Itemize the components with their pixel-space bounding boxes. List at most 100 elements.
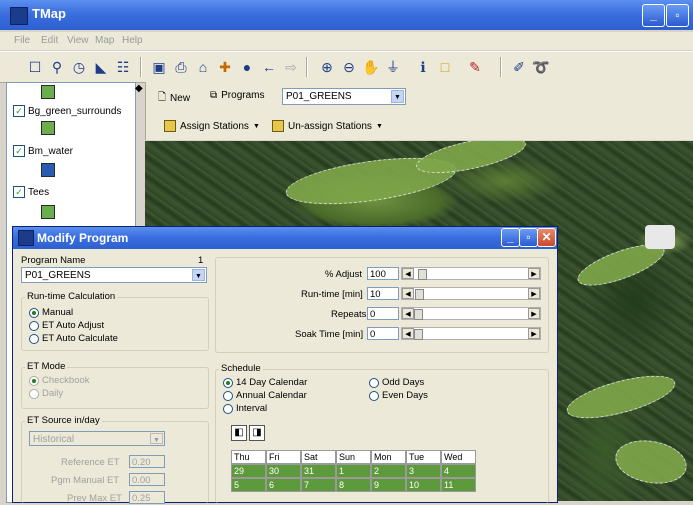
export-icon[interactable]: ⌂ — [194, 58, 212, 76]
radio-et-auto-adjust[interactable]: ET Auto Adjust — [29, 320, 104, 331]
radio-interval[interactable]: Interval — [223, 403, 267, 414]
slider-thumb[interactable] — [415, 289, 424, 300]
chevron-down-icon[interactable]: ▼ — [150, 433, 163, 444]
soak-time-field[interactable]: 0 — [367, 327, 399, 340]
clock-icon[interactable]: ◷ — [70, 58, 88, 76]
radio-icon[interactable] — [223, 403, 233, 414]
slider-thumb[interactable] — [414, 309, 423, 320]
dialog-maximize-button[interactable]: ▫ — [519, 228, 538, 247]
calendar-day[interactable]: 29 — [231, 464, 266, 478]
calendar-prev-icon[interactable]: ◧ — [231, 425, 247, 441]
adjust-slider[interactable]: ◀ ▶ — [401, 267, 541, 280]
grid-icon[interactable]: ☷ — [114, 58, 132, 76]
lasso-icon[interactable]: ➰ — [532, 58, 550, 76]
slider-right-icon[interactable]: ▶ — [528, 308, 540, 319]
program-select[interactable]: P01_GREENS ▼ — [282, 88, 406, 105]
calendar-day[interactable]: 1 — [336, 464, 371, 478]
info-icon[interactable]: ℹ — [414, 58, 432, 76]
layer-item-tees[interactable]: ✓ Tees — [13, 186, 49, 198]
calendar-day[interactable]: 7 — [301, 478, 336, 492]
repeats-slider[interactable]: ◀ ▶ — [401, 307, 541, 320]
calendar-day[interactable]: 8 — [336, 478, 371, 492]
radio-odd-days[interactable]: Odd Days — [369, 377, 424, 388]
slider-thumb[interactable] — [418, 269, 427, 280]
back-arrow-icon[interactable]: ← — [260, 58, 278, 76]
layer-item-bg-green-surrounds[interactable]: ✓ Bg_green_surrounds — [13, 105, 121, 117]
radio-icon[interactable] — [369, 377, 379, 388]
slider-right-icon[interactable]: ▶ — [528, 328, 540, 339]
radio-selected-icon[interactable] — [29, 307, 39, 318]
calendar-day[interactable]: 30 — [266, 464, 301, 478]
radio-et-auto-calculate[interactable]: ET Auto Calculate — [29, 333, 118, 344]
prev-max-et-field[interactable]: 0.25 — [129, 491, 165, 504]
programs-button[interactable]: ⧉ Programs — [210, 90, 265, 101]
slider-left-icon[interactable]: ◀ — [402, 328, 414, 339]
layer-item-bm-water[interactable]: ✓ Bm_water — [13, 145, 73, 157]
wrench-icon[interactable]: ⚲ — [48, 58, 66, 76]
adjust-field[interactable]: 100 — [367, 267, 399, 280]
pgm-manual-et-field[interactable]: 0.00 — [129, 473, 165, 486]
et-source-combo[interactable]: Historical ▼ — [29, 431, 165, 446]
radio-daily[interactable]: Daily — [29, 388, 63, 399]
minimize-button[interactable]: _ — [642, 4, 665, 27]
calendar-day[interactable]: 2 — [371, 464, 406, 478]
slider-left-icon[interactable]: ◀ — [402, 268, 414, 279]
menu-file[interactable]: File — [14, 35, 30, 46]
program-name-combo[interactable]: P01_GREENS ▼ — [21, 267, 207, 283]
zoom-in-icon[interactable]: ⊕ — [318, 58, 336, 76]
repeats-field[interactable]: 0 — [367, 307, 399, 320]
soak-time-slider[interactable]: ◀ ▶ — [401, 327, 541, 340]
new-button[interactable]: 🗋 New — [158, 90, 190, 107]
slider-right-icon[interactable]: ▶ — [528, 268, 540, 279]
maximize-button[interactable]: ▫ — [666, 4, 689, 27]
layer-checkbox[interactable]: ✓ — [13, 145, 25, 157]
globe-icon[interactable]: ● — [238, 58, 256, 76]
reference-et-field[interactable]: 0.20 — [129, 455, 165, 468]
radio-selected-icon[interactable] — [223, 377, 233, 388]
chevron-down-icon[interactable]: ▼ — [391, 90, 404, 103]
layer-checkbox[interactable]: ✓ — [13, 105, 25, 117]
slider-right-icon[interactable]: ▶ — [528, 288, 540, 299]
calendar-day[interactable]: 6 — [266, 478, 301, 492]
calendar-day[interactable]: 31 — [301, 464, 336, 478]
menu-map[interactable]: Map — [95, 35, 114, 46]
calendar-day[interactable]: 5 — [231, 478, 266, 492]
menu-edit[interactable]: Edit — [41, 35, 58, 46]
select-icon[interactable]: ☐ — [26, 58, 44, 76]
panel-splitter-icon[interactable]: ◆ — [135, 83, 143, 94]
runtime-field[interactable]: 10 — [367, 287, 399, 300]
radio-checkbook[interactable]: Checkbook — [29, 375, 90, 386]
radio-icon[interactable] — [223, 390, 233, 401]
radio-icon[interactable] — [29, 320, 39, 331]
calendar-day[interactable]: 10 — [406, 478, 441, 492]
ruler-icon[interactable]: ◣ — [92, 58, 110, 76]
radio-manual[interactable]: Manual — [29, 307, 73, 318]
calendar-day[interactable]: 3 — [406, 464, 441, 478]
save-icon[interactable]: ▣ — [150, 58, 168, 76]
forward-arrow-icon[interactable]: ⇨ — [282, 58, 300, 76]
radio-icon[interactable] — [369, 390, 379, 401]
calendar-day[interactable]: 9 — [371, 478, 406, 492]
shape-icon[interactable]: □ — [436, 58, 454, 76]
radio-14-day-calendar[interactable]: 14 Day Calendar — [223, 377, 307, 388]
menu-view[interactable]: View — [67, 35, 89, 46]
slider-left-icon[interactable]: ◀ — [402, 288, 414, 299]
runtime-slider[interactable]: ◀ ▶ — [401, 287, 541, 300]
add-layer-icon[interactable]: ✚ — [216, 58, 234, 76]
calendar-day[interactable]: 11 — [441, 478, 476, 492]
slider-thumb[interactable] — [414, 329, 423, 340]
radio-icon[interactable] — [29, 333, 39, 344]
layer-checkbox[interactable]: ✓ — [13, 186, 25, 198]
radio-selected-icon[interactable] — [29, 375, 39, 386]
print-icon[interactable]: ⎙ — [172, 58, 190, 76]
edit-vertex-icon[interactable]: ✐ — [510, 58, 528, 76]
assign-stations-button[interactable]: Assign Stations ▼ — [164, 120, 260, 132]
radio-even-days[interactable]: Even Days — [369, 390, 428, 401]
radio-icon[interactable] — [29, 388, 39, 399]
radio-annual-calendar[interactable]: Annual Calendar — [223, 390, 307, 401]
dialog-close-button[interactable]: ✕ — [537, 228, 556, 247]
zoom-out-icon[interactable]: ⊖ — [340, 58, 358, 76]
calendar-next-icon[interactable]: ◨ — [249, 425, 265, 441]
slider-left-icon[interactable]: ◀ — [402, 308, 414, 319]
unassign-stations-button[interactable]: Un-assign Stations ▼ — [272, 120, 383, 132]
